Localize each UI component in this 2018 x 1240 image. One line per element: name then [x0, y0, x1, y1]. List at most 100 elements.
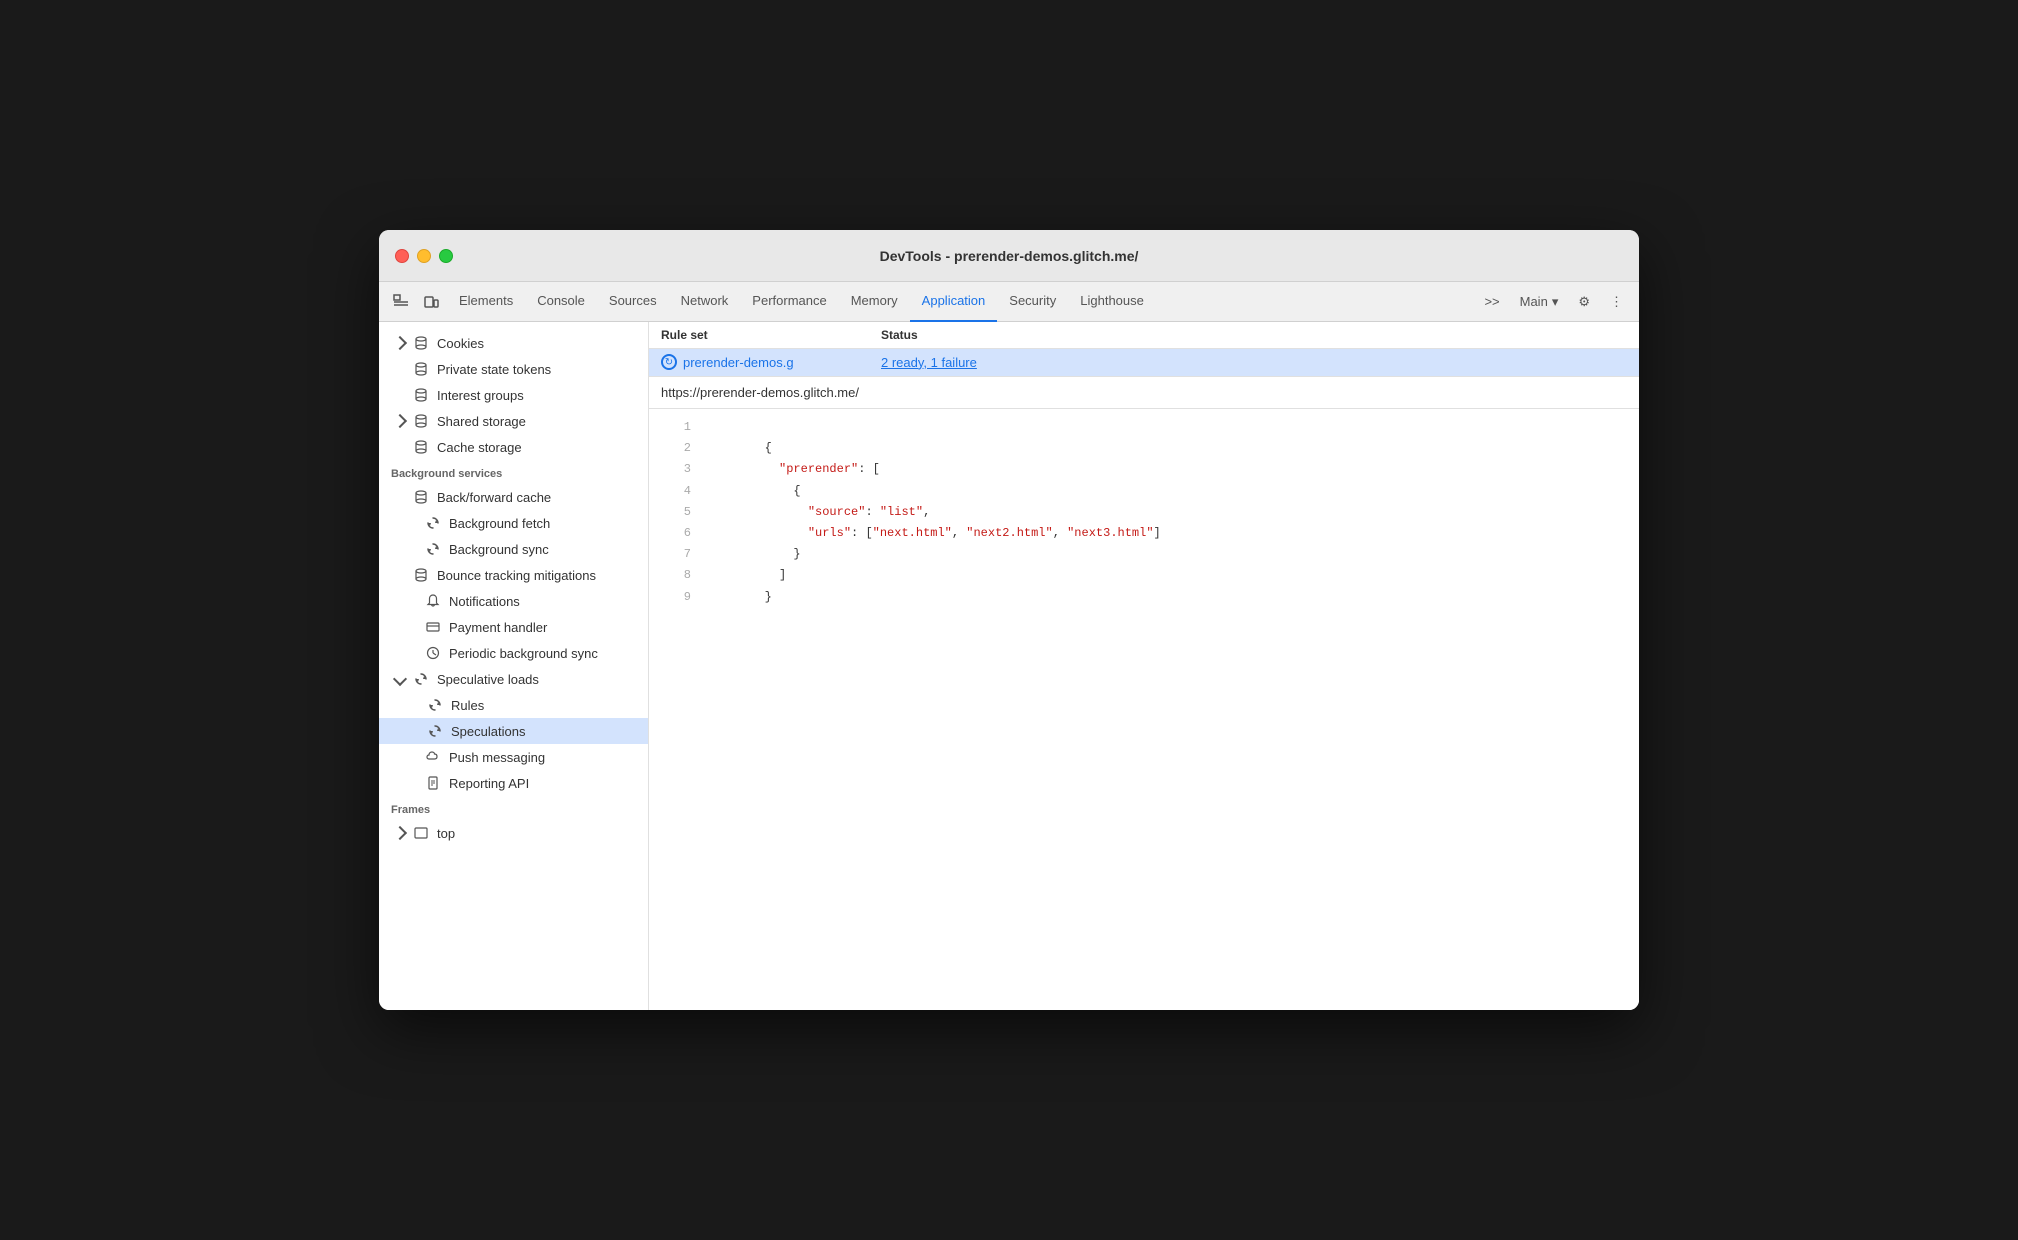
sidebar-item-cookies[interactable]: Cookies [379, 330, 648, 356]
table-row[interactable]: prerender-demos.g 2 ready, 1 failure [649, 349, 1639, 376]
device-toggle-icon[interactable] [417, 288, 445, 316]
table-section: Rule set Status prerender-demos.g 2 read… [649, 322, 1639, 376]
sidebar-item-speculations[interactable]: Speculations [379, 718, 648, 744]
chevron-down-icon [393, 672, 407, 686]
code-line: 7 } [649, 544, 1639, 565]
inspect-element-icon[interactable] [387, 288, 415, 316]
detail-section: https://prerender-demos.glitch.me/ 1 2 {… [649, 376, 1639, 1010]
cylinder-icon [413, 489, 429, 505]
main-content: Rule set Status prerender-demos.g 2 read… [649, 322, 1639, 1010]
devtools-tab-bar: Elements Console Sources Network Perform… [379, 282, 1639, 322]
sidebar: Cookies Private state tokens [379, 322, 649, 1010]
card-icon [425, 619, 441, 635]
sidebar-item-push-messaging[interactable]: Push messaging [379, 744, 648, 770]
code-line: 1 [649, 417, 1639, 438]
sidebar-item-label: Reporting API [449, 776, 529, 791]
sidebar-item-label: top [437, 826, 455, 841]
cloud-icon [425, 749, 441, 765]
column-header-status: Status [881, 328, 918, 342]
sync-icon [427, 723, 443, 739]
main-menu-button[interactable]: Main ▾ [1512, 290, 1567, 314]
background-services-header: Background services [379, 460, 648, 484]
frame-icon [413, 825, 429, 841]
sidebar-item-payment-handler[interactable]: Payment handler [379, 614, 648, 640]
cylinder-icon [413, 567, 429, 583]
tab-network[interactable]: Network [669, 282, 741, 322]
frames-header: Frames [379, 796, 648, 820]
sidebar-item-label: Back/forward cache [437, 490, 551, 505]
sidebar-item-label: Private state tokens [437, 362, 551, 377]
sidebar-item-label: Cookies [437, 336, 484, 351]
tab-application[interactable]: Application [910, 282, 998, 322]
tab-console[interactable]: Console [525, 282, 597, 322]
sidebar-item-label: Interest groups [437, 388, 524, 403]
clock-icon [425, 645, 441, 661]
minimize-button[interactable] [417, 249, 431, 263]
sync-icon [413, 671, 429, 687]
tab-performance[interactable]: Performance [740, 282, 838, 322]
devtools-window: DevTools - prerender-demos.glitch.me/ El… [379, 230, 1639, 1010]
chevron-right-icon [393, 414, 407, 428]
sidebar-item-label: Periodic background sync [449, 646, 598, 661]
sidebar-item-rules[interactable]: Rules [379, 692, 648, 718]
column-header-ruleset: Rule set [661, 328, 881, 342]
code-line: 2 { [649, 438, 1639, 459]
cylinder-icon [413, 335, 429, 351]
sidebar-item-label: Rules [451, 698, 484, 713]
close-button[interactable] [395, 249, 409, 263]
tab-memory[interactable]: Memory [839, 282, 910, 322]
sidebar-item-label: Background fetch [449, 516, 550, 531]
overflow-tabs-button[interactable]: >> [1476, 290, 1507, 313]
sidebar-item-label: Payment handler [449, 620, 547, 635]
status-cell[interactable]: 2 ready, 1 failure [881, 355, 977, 370]
cylinder-icon [413, 361, 429, 377]
sidebar-item-background-sync[interactable]: Background sync [379, 536, 648, 562]
settings-icon[interactable]: ⚙ [1570, 290, 1598, 314]
traffic-lights [395, 249, 453, 263]
tab-elements[interactable]: Elements [447, 282, 525, 322]
code-view: 1 2 { 3 "prerender": [ 4 [649, 409, 1639, 1010]
sidebar-item-interest-groups[interactable]: Interest groups [379, 382, 648, 408]
cylinder-icon [413, 387, 429, 403]
tab-sources[interactable]: Sources [597, 282, 669, 322]
cylinder-icon [413, 413, 429, 429]
sidebar-item-label: Speculations [451, 724, 525, 739]
tab-right-controls: >> Main ▾ ⚙ ⋮ [1476, 290, 1631, 314]
sidebar-item-label: Cache storage [437, 440, 522, 455]
maximize-button[interactable] [439, 249, 453, 263]
sidebar-item-background-fetch[interactable]: Background fetch [379, 510, 648, 536]
sidebar-item-label: Bounce tracking mitigations [437, 568, 596, 583]
more-options-icon[interactable]: ⋮ [1602, 290, 1631, 314]
sidebar-item-speculative-loads[interactable]: Speculative loads [379, 666, 648, 692]
detail-url: https://prerender-demos.glitch.me/ [649, 377, 1639, 409]
code-line: 3 "prerender": [ [649, 459, 1639, 480]
code-line: 5 "source": "list", [649, 502, 1639, 523]
sidebar-item-shared-storage[interactable]: Shared storage [379, 408, 648, 434]
sidebar-item-reporting-api[interactable]: Reporting API [379, 770, 648, 796]
sidebar-item-periodic-background-sync[interactable]: Periodic background sync [379, 640, 648, 666]
sidebar-item-label: Background sync [449, 542, 549, 557]
ruleset-cell: prerender-demos.g [661, 354, 881, 370]
chevron-right-icon [393, 336, 407, 350]
bell-icon [425, 593, 441, 609]
sidebar-item-bounce-tracking[interactable]: Bounce tracking mitigations [379, 562, 648, 588]
prerender-icon [661, 354, 677, 370]
code-line: 8 ] [649, 565, 1639, 586]
window-title: DevTools - prerender-demos.glitch.me/ [880, 248, 1139, 264]
table-header: Rule set Status [649, 322, 1639, 349]
sidebar-item-label: Shared storage [437, 414, 526, 429]
sidebar-item-notifications[interactable]: Notifications [379, 588, 648, 614]
tab-lighthouse[interactable]: Lighthouse [1068, 282, 1156, 322]
sync-icon [427, 697, 443, 713]
sync-icon [425, 541, 441, 557]
sidebar-item-private-state-tokens[interactable]: Private state tokens [379, 356, 648, 382]
doc-icon [425, 775, 441, 791]
sidebar-item-cache-storage[interactable]: Cache storage [379, 434, 648, 460]
chevron-down-icon: ▾ [1552, 294, 1559, 310]
code-line: 4 { [649, 481, 1639, 502]
tab-security[interactable]: Security [997, 282, 1068, 322]
sidebar-item-backforward-cache[interactable]: Back/forward cache [379, 484, 648, 510]
chevron-right-icon [393, 826, 407, 840]
sidebar-item-top[interactable]: top [379, 820, 648, 846]
sidebar-item-label: Notifications [449, 594, 520, 609]
